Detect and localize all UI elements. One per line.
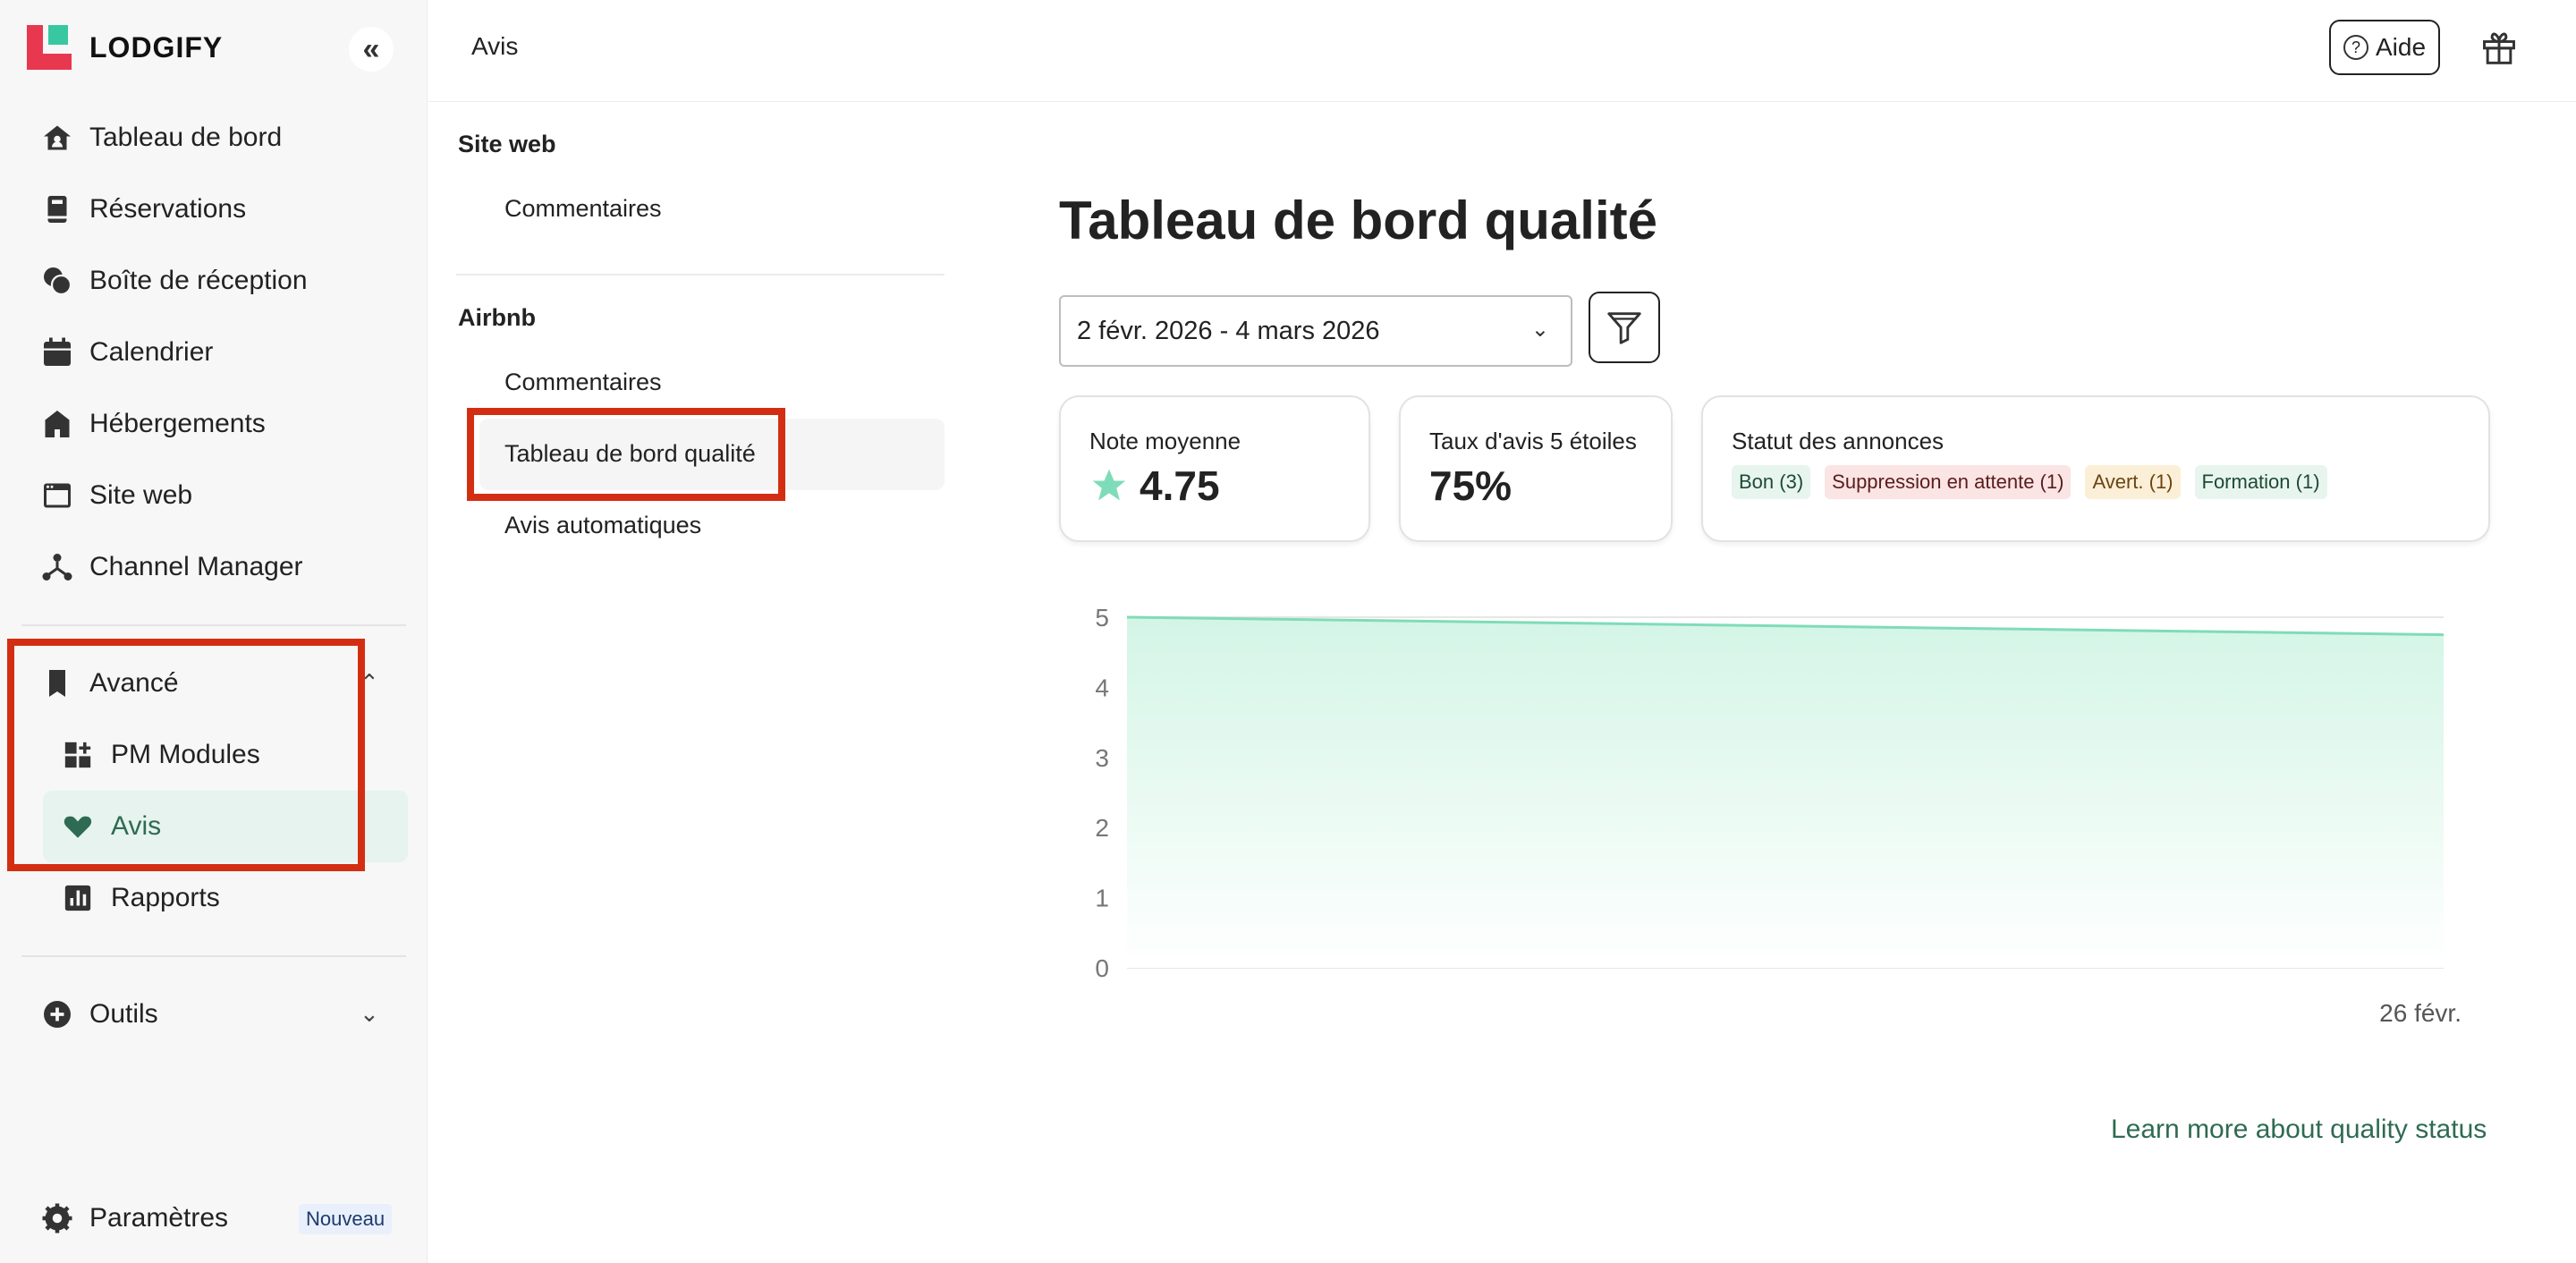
sidebar-item-dashboard[interactable]: Tableau de bord: [41, 111, 282, 165]
sidebar-item-properties[interactable]: Hébergements: [41, 397, 266, 451]
gift-icon[interactable]: [2479, 27, 2519, 66]
sidebar-item-reports[interactable]: Rapports: [63, 871, 220, 925]
sidebar-item-label: Rapports: [111, 883, 220, 912]
listing-status-label: Statut des annonces: [1732, 428, 1945, 454]
date-range-select[interactable]: 2 févr. 2026 - 4 mars 2026 ⌄: [1059, 295, 1572, 367]
network-icon: [41, 551, 73, 583]
sidebar-item-label: Hébergements: [89, 409, 266, 438]
sidebar-item-inbox[interactable]: Boîte de réception: [41, 254, 308, 308]
lodgify-logo[interactable]: LODGIFY: [27, 25, 223, 70]
gear-icon: [41, 1202, 73, 1234]
date-range-value: 2 févr. 2026 - 4 mars 2026: [1077, 316, 1380, 345]
subnav-item-auto-reviews[interactable]: Avis automatiques: [504, 512, 701, 539]
sidebar-item-tools[interactable]: Outils: [41, 988, 158, 1041]
highlight-box-quality-dashboard: [467, 408, 785, 501]
home-icon: [41, 122, 73, 154]
calendar-icon: [41, 336, 73, 369]
house-icon: [41, 408, 73, 440]
chart-y-tick-label: 1: [1095, 885, 1109, 912]
sidebar-item-label: Tableau de bord: [89, 123, 283, 152]
page-title: Tableau de bord qualité: [1059, 191, 1657, 250]
five-star-rate-card: Taux d'avis 5 étoiles 75%: [1399, 395, 1673, 542]
new-badge: Nouveau: [299, 1204, 393, 1234]
status-chip-good: Bon (3): [1732, 465, 1811, 499]
sidebar-item-settings[interactable]: Paramètres: [41, 1191, 228, 1245]
chart-x-tick-label: 26 févr.: [2379, 999, 2462, 1027]
brand-name: LODGIFY: [89, 30, 224, 64]
chart-y-tick-label: 2: [1095, 814, 1109, 842]
sidebar: LODGIFY « Tableau de bord Réservations B…: [0, 0, 428, 1263]
chevron-down-icon[interactable]: ⌄: [360, 1000, 379, 1028]
sidebar-item-reservations[interactable]: Réservations: [41, 182, 246, 236]
status-chip-warning: Avert. (1): [2085, 465, 2181, 499]
average-rating-value-row: 4.75: [1089, 462, 1220, 510]
sidebar-item-label: Paramètres: [89, 1203, 229, 1233]
book-icon: [41, 193, 73, 225]
plus-circle-icon: [41, 998, 73, 1030]
double-chevron-left-icon: «: [362, 31, 380, 66]
sidebar-item-label: Calendrier: [89, 337, 214, 367]
top-bar: Avis: [428, 0, 2576, 102]
sidebar-item-label: Boîte de réception: [89, 266, 308, 295]
listing-status-card: Statut des annonces Bon (3) Suppression …: [1701, 395, 2490, 542]
help-button[interactable]: ? Aide: [2329, 20, 2440, 75]
highlight-box-advanced: [7, 639, 365, 871]
filter-button[interactable]: [1589, 292, 1660, 363]
status-chip-training: Formation (1): [2194, 465, 2327, 499]
chart-area: [1127, 617, 2444, 968]
subnav-heading-website: Site web: [458, 131, 556, 157]
chat-icon: [41, 265, 73, 297]
sidebar-item-calendar[interactable]: Calendrier: [41, 326, 213, 379]
sidebar-item-label: Outils: [89, 999, 158, 1029]
chevron-down-icon: ⌄: [1530, 318, 1549, 342]
star-icon: [1092, 469, 1126, 501]
average-rating-value: 4.75: [1140, 462, 1220, 509]
sidebar-item-website[interactable]: Site web: [41, 469, 192, 522]
subnav-divider: [456, 274, 945, 275]
five-star-rate-label: Taux d'avis 5 étoiles: [1429, 428, 1637, 454]
breadcrumb[interactable]: Avis: [471, 32, 518, 61]
learn-more-link[interactable]: Learn more about quality status: [2111, 1115, 2487, 1145]
collapse-sidebar-button[interactable]: «: [349, 27, 394, 72]
sidebar-item-label: Réservations: [89, 194, 247, 224]
sidebar-item-label: Channel Manager: [89, 552, 303, 581]
chart-y-tick-label: 4: [1095, 674, 1109, 701]
help-label: Aide: [2375, 33, 2427, 61]
subnav-heading-airbnb: Airbnb: [458, 304, 536, 331]
average-rating-label: Note moyenne: [1089, 428, 1241, 454]
chart-icon: [63, 883, 93, 913]
chart-y-tick-label: 0: [1095, 954, 1109, 982]
five-star-rate-value-row: 75%: [1429, 462, 1512, 510]
chart-y-tick-label: 5: [1095, 604, 1109, 632]
quality-chart: 0 1 2 3 4 5 26 févr.: [1095, 604, 2462, 1027]
sidebar-divider: [21, 955, 406, 957]
question-icon: ?: [2343, 35, 2368, 60]
chart-y-tick-label: 3: [1095, 744, 1109, 772]
status-chip-pending-removal: Suppression en attente (1): [1825, 465, 2072, 499]
lodgify-logo-icon: [27, 25, 72, 70]
five-star-rate-value: 75%: [1429, 462, 1513, 509]
subnav-item-website-comments[interactable]: Commentaires: [504, 195, 662, 223]
subnav-item-airbnb-comments[interactable]: Commentaires: [504, 369, 662, 396]
sidebar-item-label: Site web: [89, 480, 193, 510]
funnel-icon: [1607, 312, 1641, 344]
average-rating-card: Note moyenne 4.75: [1059, 395, 1370, 542]
status-chips: Bon (3) Suppression en attente (1) Avert…: [1732, 465, 2327, 499]
browser-icon: [41, 479, 73, 512]
sidebar-item-channel-manager[interactable]: Channel Manager: [41, 540, 303, 594]
sidebar-divider: [21, 624, 406, 626]
